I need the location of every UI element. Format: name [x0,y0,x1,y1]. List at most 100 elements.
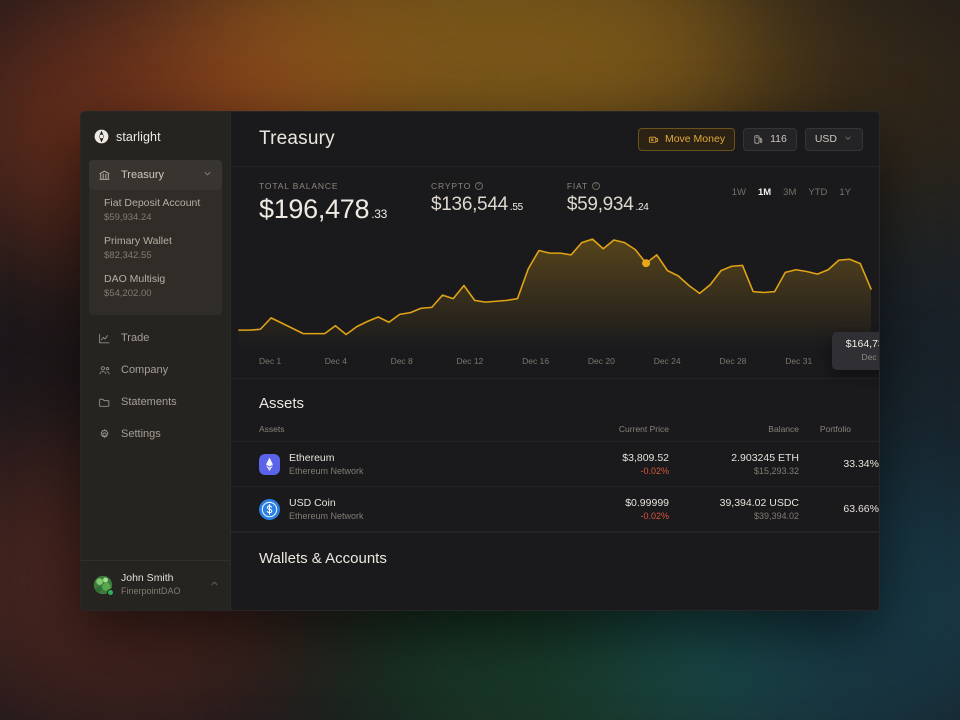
sidebar-item-statements[interactable]: Statements [89,386,222,418]
account-item-2[interactable]: DAO Multisig $54,202.00 [89,268,222,306]
move-money-label: Move Money [664,133,726,145]
stat-crypto: CRYPTO ? $136,544.55 [431,181,523,216]
move-money-button[interactable]: Move Money [637,127,736,151]
stat-value-main: $59,934 [566,194,634,215]
account-amount: $54,202.00 [104,288,152,299]
balance-chart[interactable]: $164,733.20 Dec 22 [231,227,879,370]
price-cell: $0.99999 -0.02% [549,486,669,532]
chart-line-icon [98,332,111,345]
wallets-section: Wallets & Accounts [231,532,879,583]
table-row[interactable]: Ethereum Ethereum Network $3,809.52 -0.0… [231,441,879,487]
ethereum-icon [259,453,280,475]
stat-value-main: $196,478 [259,194,370,224]
asset-name: Ethereum [289,451,335,464]
range-1w[interactable]: 1W [732,187,746,198]
assets-table: Assets Current Price Balance Portfolio E… [231,424,879,532]
asset-balance: 39,394.02 USDC [719,497,799,509]
chart-x-axis: Dec 1 Dec 4 Dec 8 Dec 12 Dec 16 Dec 20 D… [231,349,879,378]
sidebar-nav: Treasury Fiat Deposit Account $59,934.24… [81,157,230,318]
account-name: Fiat Deposit Account [104,197,201,209]
chevron-down-icon [843,133,853,146]
x-tick: Dec 28 [719,356,747,366]
info-icon[interactable]: ? [592,182,601,190]
price-cell: $3,809.52 -0.02% [549,441,669,487]
x-tick: Dec 4 [324,356,347,366]
table-header-row: Assets Current Price Balance Portfolio [231,424,879,442]
user-profile[interactable]: John Smith FinerpointDAO [81,560,230,610]
account-name: DAO Multisig [104,273,166,285]
page-title: Treasury [259,128,335,149]
sidebar-item-company[interactable]: Company [89,354,222,386]
x-tick: Dec 16 [522,356,550,366]
avatar [93,575,114,596]
brand-name: starlight [116,129,161,144]
column-current-price: Current Price [549,424,669,442]
sidebar-item-treasury[interactable]: Treasury [89,160,222,190]
sidebar-item-label: Trade [121,332,150,344]
column-balance: Balance [669,424,799,442]
account-item-0[interactable]: Fiat Deposit Account $59,934.24 [89,192,222,230]
account-item-1[interactable]: Primary Wallet $82,342.55 [89,230,222,268]
stat-label-text: TOTAL BALANCE [259,181,339,191]
portfolio-cell: 33.34% [799,441,879,487]
starlight-logo-icon [94,129,109,144]
stat-label-text: FIAT [566,181,589,191]
bank-icon [98,169,111,182]
stat-fiat: FIAT ? $59,934.24 [567,181,649,216]
range-1m[interactable]: 1M [758,187,771,198]
sidebar-secondary-nav: Trade Company Statements Settings [81,318,230,450]
folder-icon [98,396,111,409]
table-row[interactable]: USD Coin Ethereum Network $0.99999 -0.02… [231,486,879,532]
sidebar: starlight Treasury Fiat Deposit Account … [81,112,231,610]
range-1y[interactable]: 1Y [839,187,851,198]
sidebar-item-trade[interactable]: Trade [89,322,222,354]
range-3m[interactable]: 3M [783,187,796,198]
topbar-actions: Move Money 116 USD [637,127,863,151]
column-assets: Assets [231,424,549,442]
account-amount: $59,934.24 [104,212,152,223]
balance-cell: 39,394.02 USDC $39,394.02 [669,486,799,532]
portfolio-cell: 63.66% [799,486,879,532]
info-icon[interactable]: ? [475,182,484,190]
stat-value-cents: .24 [635,202,649,213]
tooltip-value: $164,733.20 [845,338,879,350]
sidebar-item-label: Company [121,364,169,376]
assets-section: Assets Assets Current Price Balance Port… [231,378,879,532]
x-tick: Dec 20 [587,356,615,366]
stat-value: $59,934.24 [567,194,649,216]
stat-label: FIAT ? [567,181,649,191]
gas-pump-icon [753,134,764,145]
stat-value-cents: .33 [371,207,388,221]
asset-balance: 2.903245 ETH [731,452,799,464]
gas-price-button[interactable]: 116 [743,127,797,151]
chevron-up-icon[interactable] [209,576,220,594]
profile-name: John Smith [121,572,174,584]
sidebar-group-treasury: Treasury Fiat Deposit Account $59,934.24… [89,160,222,315]
online-status-dot [107,588,114,596]
send-money-icon [648,134,659,145]
tooltip-date: Dec 22 [861,352,879,362]
range-ytd[interactable]: YTD [808,187,827,198]
time-range-selector: 1W 1M 3M YTD 1Y [732,181,851,198]
gear-icon [98,428,111,441]
asset-network: Ethereum Network [289,510,364,521]
stat-label: CRYPTO ? [431,181,523,191]
profile-org: FinerpointDAO [121,586,181,596]
gas-price-value: 116 [770,133,787,145]
stat-value-main: $136,544 [431,194,508,215]
sidebar-item-settings[interactable]: Settings [89,418,222,450]
balance-stats: TOTAL BALANCE $196,478.33 CRYPTO ? $136,… [231,181,879,225]
sidebar-item-label: Treasury [121,169,164,181]
asset-price: $3,809.52 [622,452,669,464]
x-tick: Dec 24 [653,356,681,366]
currency-select[interactable]: USD [804,127,863,151]
stat-value: $136,544.55 [431,194,523,216]
brand: starlight [81,112,230,157]
asset-cell: Ethereum Ethereum Network [231,441,549,487]
stat-label: TOTAL BALANCE [259,181,387,191]
wallets-title: Wallets & Accounts [259,550,387,567]
asset-name: USD Coin [289,496,336,509]
asset-change: -0.02% [640,466,669,476]
asset-balance-fiat: $15,293.32 [753,466,799,476]
asset-change: -0.02% [640,511,669,521]
